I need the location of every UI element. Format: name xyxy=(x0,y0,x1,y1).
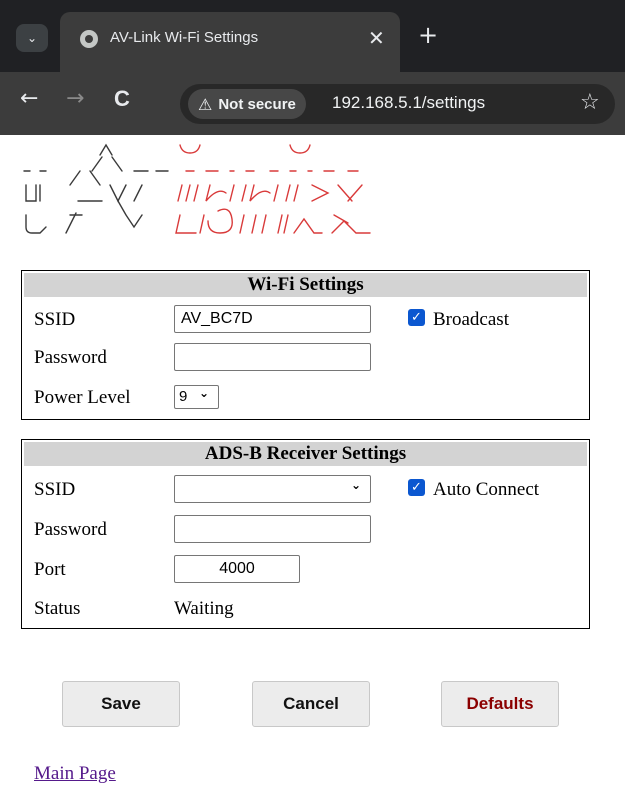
tab-title: AV-Link Wi-Fi Settings xyxy=(110,29,259,46)
defaults-button[interactable]: Defaults xyxy=(441,681,559,727)
security-chip[interactable]: ⚠ Not secure xyxy=(188,89,306,119)
chevron-down-icon: ⌄ xyxy=(351,478,362,492)
adsb-password-row: Password xyxy=(22,513,589,547)
tab-search-chevron-down-icon[interactable]: ⌄ xyxy=(16,24,48,52)
adsb-ssid-select[interactable]: ⌄ xyxy=(174,475,371,503)
logo-av-part xyxy=(23,143,169,234)
auto-connect-checkbox[interactable]: ✓ xyxy=(408,479,425,496)
wifi-ssid-row: SSID AV_BC7D ✓ Broadcast xyxy=(22,303,589,337)
adsb-settings-header: ADS-B Receiver Settings xyxy=(24,442,587,466)
broadcast-label: Broadcast xyxy=(433,309,509,330)
wifi-power-row: Power Level 9 ⌄ xyxy=(22,381,589,415)
warning-icon: ⚠ xyxy=(198,94,213,114)
security-label: Not secure xyxy=(218,95,296,113)
auto-connect-label: Auto Connect xyxy=(433,479,540,500)
port-input[interactable]: 4000 xyxy=(174,555,300,583)
power-level-select[interactable]: 9 ⌄ xyxy=(174,385,219,409)
reload-icon[interactable]: C xyxy=(114,86,130,112)
adsb-status-row: Status Waiting xyxy=(22,592,589,626)
port-label: Port xyxy=(34,559,66,580)
status-value: Waiting xyxy=(174,598,234,619)
wifi-ssid-input[interactable]: AV_BC7D xyxy=(174,305,371,333)
wifi-settings-panel: Wi-Fi Settings SSID AV_BC7D ✓ Broadcast … xyxy=(21,270,590,420)
adsb-port-row: Port 4000 xyxy=(22,553,589,587)
wifi-settings-header: Wi-Fi Settings xyxy=(24,273,587,297)
adsb-settings-panel: ADS-B Receiver Settings SSID ⌄ ✓ Auto Co… xyxy=(21,439,590,629)
arrow-left-icon[interactable]: ← xyxy=(20,86,38,111)
arrow-right-icon[interactable]: → xyxy=(66,86,84,111)
status-label: Status xyxy=(34,598,81,619)
browser-toolbar: ← → C ⚠ Not secure 192.168.5.1/settings … xyxy=(0,72,625,135)
browser-tab[interactable]: AV-Link Wi-Fi Settings ✕ xyxy=(60,12,400,72)
power-level-value: 9 xyxy=(179,388,188,405)
address-bar[interactable]: ⚠ Not secure 192.168.5.1/settings ☆ xyxy=(180,84,615,124)
star-icon[interactable]: ☆ xyxy=(580,90,600,115)
logo-link-part xyxy=(175,144,371,234)
main-page-link[interactable]: Main Page xyxy=(34,763,116,785)
adsb-password-input[interactable] xyxy=(174,515,371,543)
close-icon[interactable]: ✕ xyxy=(368,26,385,50)
adsb-password-label: Password xyxy=(34,519,107,540)
power-level-label: Power Level xyxy=(34,387,131,408)
adsb-ssid-label: SSID xyxy=(34,479,76,500)
adsb-ssid-row: SSID ⌄ ✓ Auto Connect xyxy=(22,473,589,507)
globe-icon xyxy=(80,30,98,48)
chevron-down-icon: ⌄ xyxy=(199,386,210,400)
url-text[interactable]: 192.168.5.1/settings xyxy=(332,93,485,113)
browser-tab-bar: ⌄ AV-Link Wi-Fi Settings ✕ + xyxy=(0,0,625,72)
cancel-button[interactable]: Cancel xyxy=(252,681,370,727)
wifi-password-label: Password xyxy=(34,347,107,368)
wifi-password-input[interactable] xyxy=(174,343,371,371)
av-link-logo xyxy=(22,141,382,253)
wifi-ssid-label: SSID xyxy=(34,309,76,330)
broadcast-checkbox[interactable]: ✓ xyxy=(408,309,425,326)
wifi-password-row: Password xyxy=(22,341,589,375)
new-tab-plus-icon[interactable]: + xyxy=(418,21,438,49)
logo-art xyxy=(23,143,371,234)
save-button[interactable]: Save xyxy=(62,681,180,727)
